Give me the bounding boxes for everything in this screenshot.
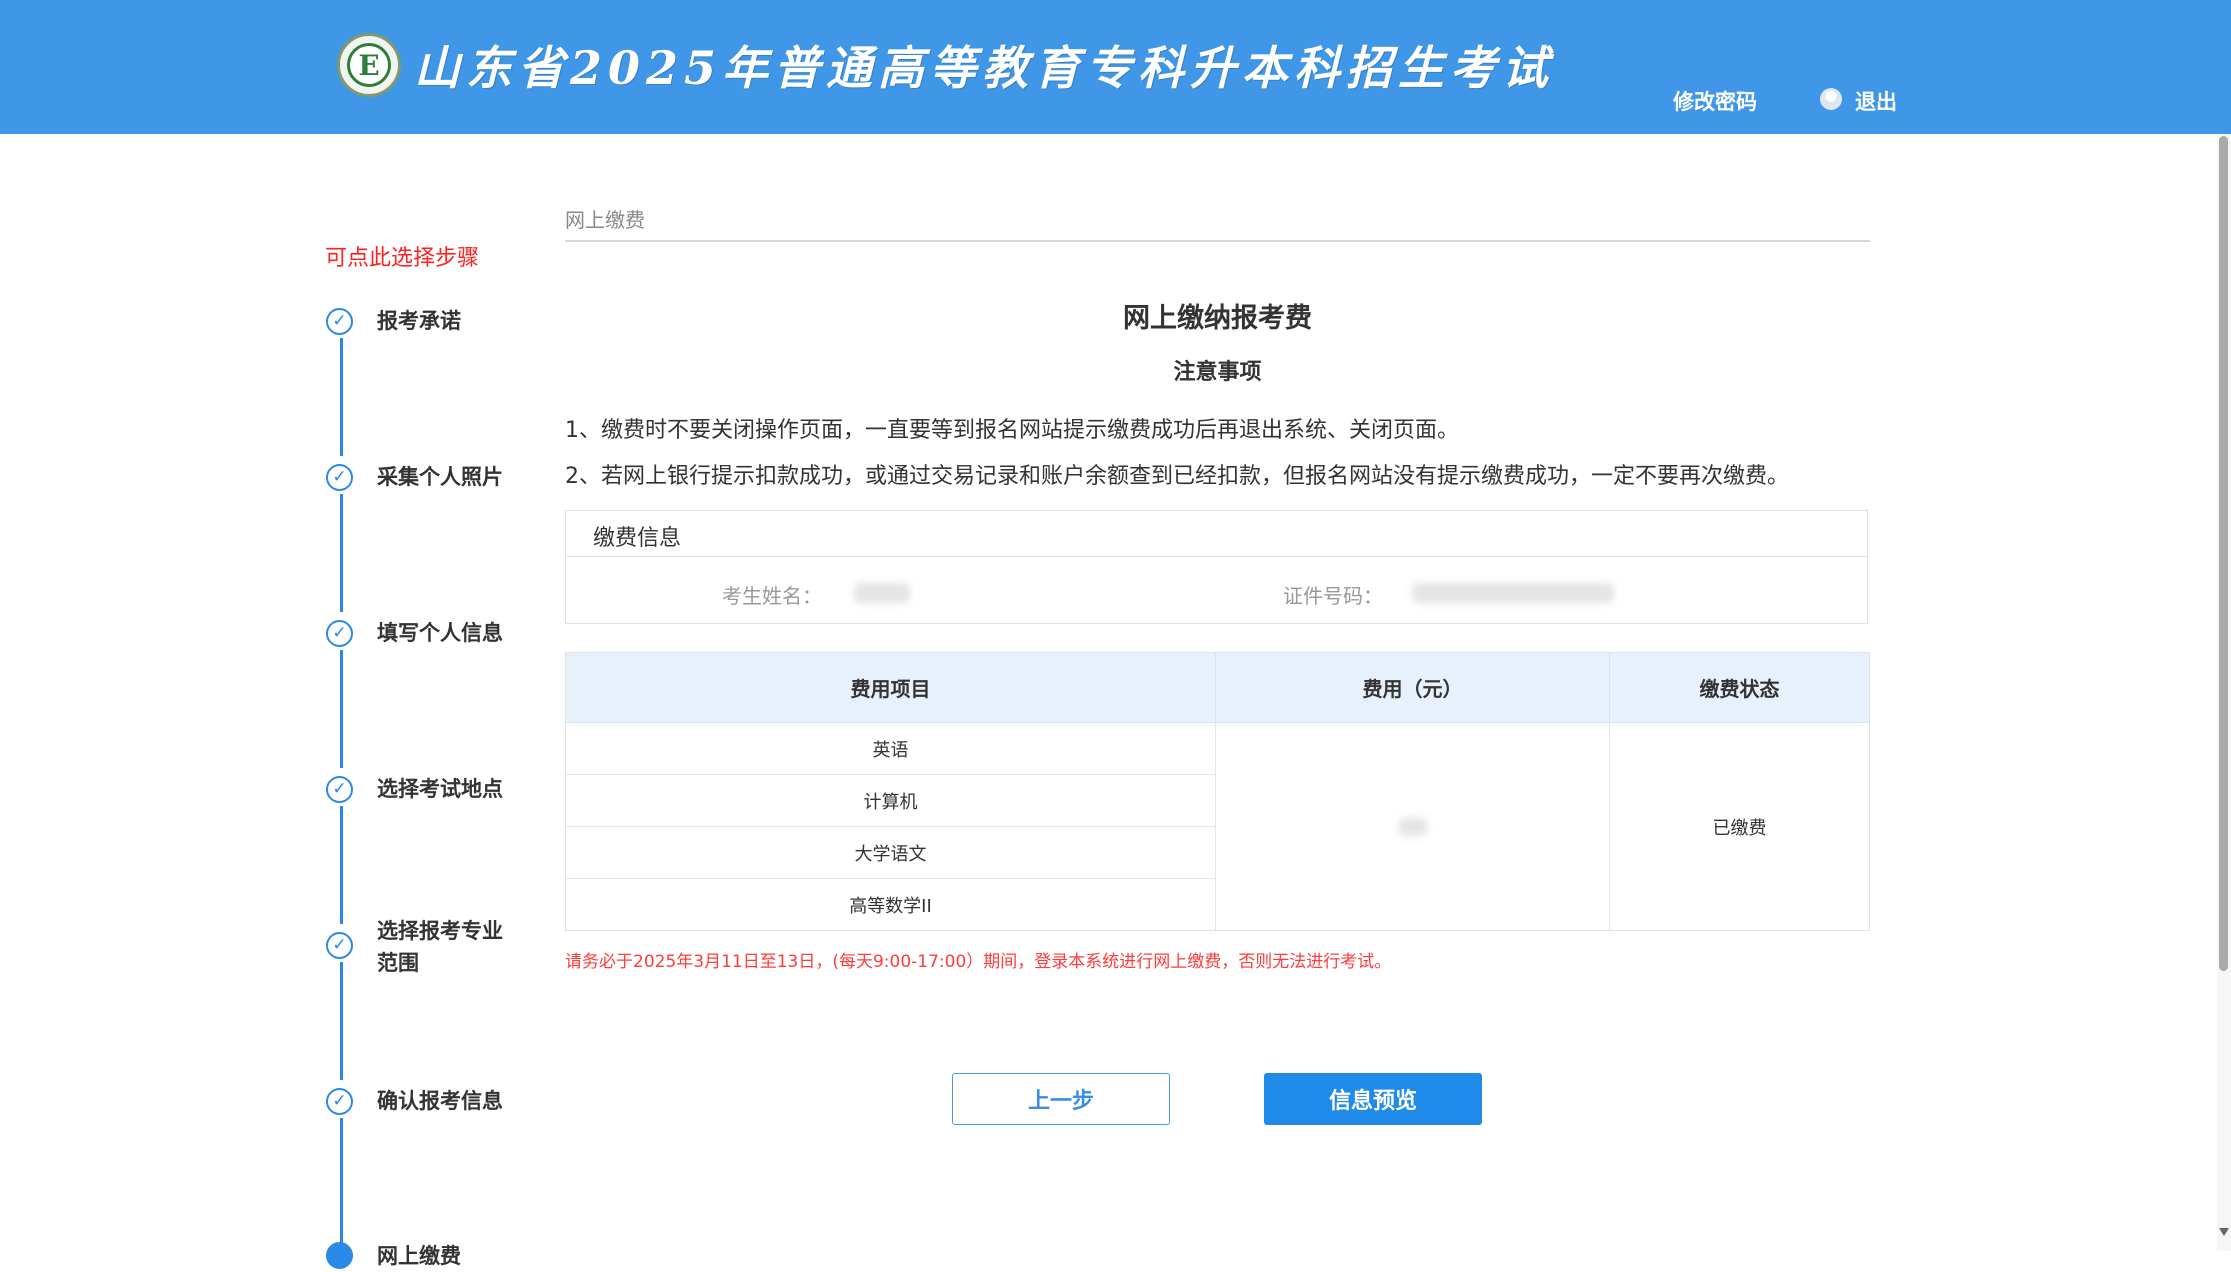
notice-title: 注意事项	[1173, 360, 1262, 385]
payment-deadline-warning: 请务必于2025年3月11日至13日，(每天9:00-17:00）期间，登录本系…	[565, 952, 1392, 972]
step-check-icon[interactable]: ✓	[326, 776, 353, 803]
change-password-link[interactable]: 修改密码	[1673, 86, 1757, 116]
exam-logo-icon: E	[337, 33, 401, 97]
step-check-icon[interactable]: ✓	[326, 464, 353, 491]
step-connector	[340, 1118, 343, 1248]
payment-info-title: 缴费信息	[593, 526, 682, 551]
step-check-icon[interactable]: ✓	[326, 308, 353, 335]
user-avatar-icon	[1820, 88, 1842, 110]
step-current-icon[interactable]	[326, 1242, 353, 1269]
payment-info-panel: 缴费信息 考生姓名： 证件号码：	[565, 510, 1868, 624]
table-row-item: 英语	[566, 723, 1216, 775]
top-banner: E 山东省2025年普通高等教育专科升本科招生考试 修改密码 退出	[0, 0, 2231, 134]
fee-table: 费用项目 费用（元） 缴费状态 英语 计算机 大学语文 高等数学II 已缴费	[565, 652, 1870, 931]
step-photo[interactable]: 采集个人照片	[377, 461, 507, 493]
step-hint: 可点此选择步骤	[325, 246, 480, 271]
step-online-payment[interactable]: 网上缴费	[377, 1240, 507, 1272]
logo-letter: E	[347, 43, 391, 87]
table-header-item: 费用项目	[566, 653, 1216, 723]
step-connector	[340, 806, 343, 924]
step-major-range[interactable]: 选择报考专业范围	[377, 915, 507, 979]
candidate-name-redacted	[854, 583, 910, 603]
payment-info-header: 缴费信息	[566, 511, 1867, 557]
logout-link[interactable]: 退出	[1855, 86, 1897, 116]
scroll-down-arrow-icon[interactable]	[2219, 1228, 2229, 1236]
step-personal-info[interactable]: 填写个人信息	[377, 617, 507, 649]
step-check-icon[interactable]: ✓	[326, 1088, 353, 1115]
breadcrumb-divider	[565, 240, 1870, 242]
fee-amount-cell	[1216, 723, 1610, 930]
scrollbar-thumb[interactable]	[2219, 136, 2228, 971]
breadcrumb: 网上缴费	[565, 208, 645, 232]
step-exam-location[interactable]: 选择考试地点	[377, 773, 507, 805]
site-title: 山东省2025年普通高等教育专科升本科招生考试	[414, 41, 1555, 95]
step-connector	[340, 650, 343, 768]
page-title: 网上缴纳报考费	[1123, 303, 1312, 334]
table-row-item: 高等数学II	[566, 879, 1216, 930]
fee-amount-redacted	[1399, 818, 1427, 836]
candidate-name-label: 考生姓名：	[722, 584, 822, 608]
notice-item: 2、若网上银行提示扣款成功，或通过交易记录和账户余额查到已经扣款，但报名网站没有…	[565, 464, 1790, 489]
step-confirm-info[interactable]: 确认报考信息	[377, 1085, 507, 1117]
id-number-redacted	[1412, 583, 1614, 603]
table-row-item: 计算机	[566, 775, 1216, 827]
previous-step-button[interactable]: 上一步	[952, 1073, 1170, 1125]
step-check-icon[interactable]: ✓	[326, 932, 353, 959]
step-connector	[340, 338, 343, 456]
payment-status-cell: 已缴费	[1712, 817, 1767, 839]
table-header-fee: 费用（元）	[1216, 653, 1610, 723]
step-commitment[interactable]: 报考承诺	[377, 305, 507, 337]
id-number-label: 证件号码：	[1283, 584, 1383, 608]
step-check-icon[interactable]: ✓	[326, 620, 353, 647]
table-row-item: 大学语文	[566, 827, 1216, 879]
info-preview-button[interactable]: 信息预览	[1264, 1073, 1482, 1125]
notice-item: 1、缴费时不要关闭操作页面，一直要等到报名网站提示缴费成功后再退出系统、关闭页面…	[565, 418, 1460, 443]
table-header-status: 缴费状态	[1610, 653, 1869, 723]
step-connector	[340, 494, 343, 612]
step-connector	[340, 962, 343, 1080]
